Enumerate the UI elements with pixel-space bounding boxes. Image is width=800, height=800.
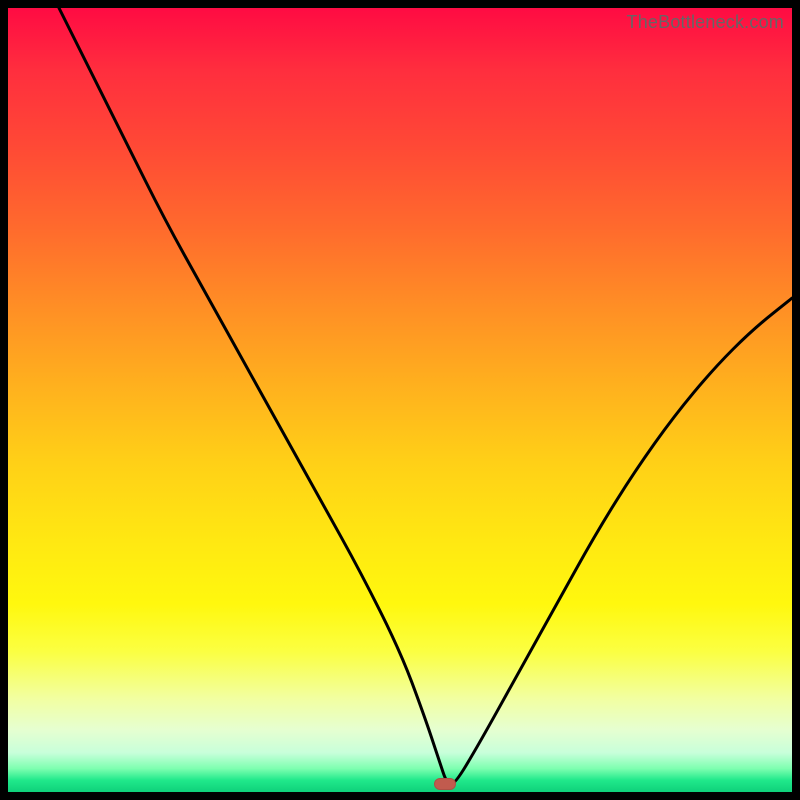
minimum-marker xyxy=(434,778,456,790)
chart-stage: TheBottleneck.com xyxy=(0,0,800,800)
plot-area: TheBottleneck.com xyxy=(8,8,792,792)
bottleneck-curve xyxy=(8,8,792,792)
